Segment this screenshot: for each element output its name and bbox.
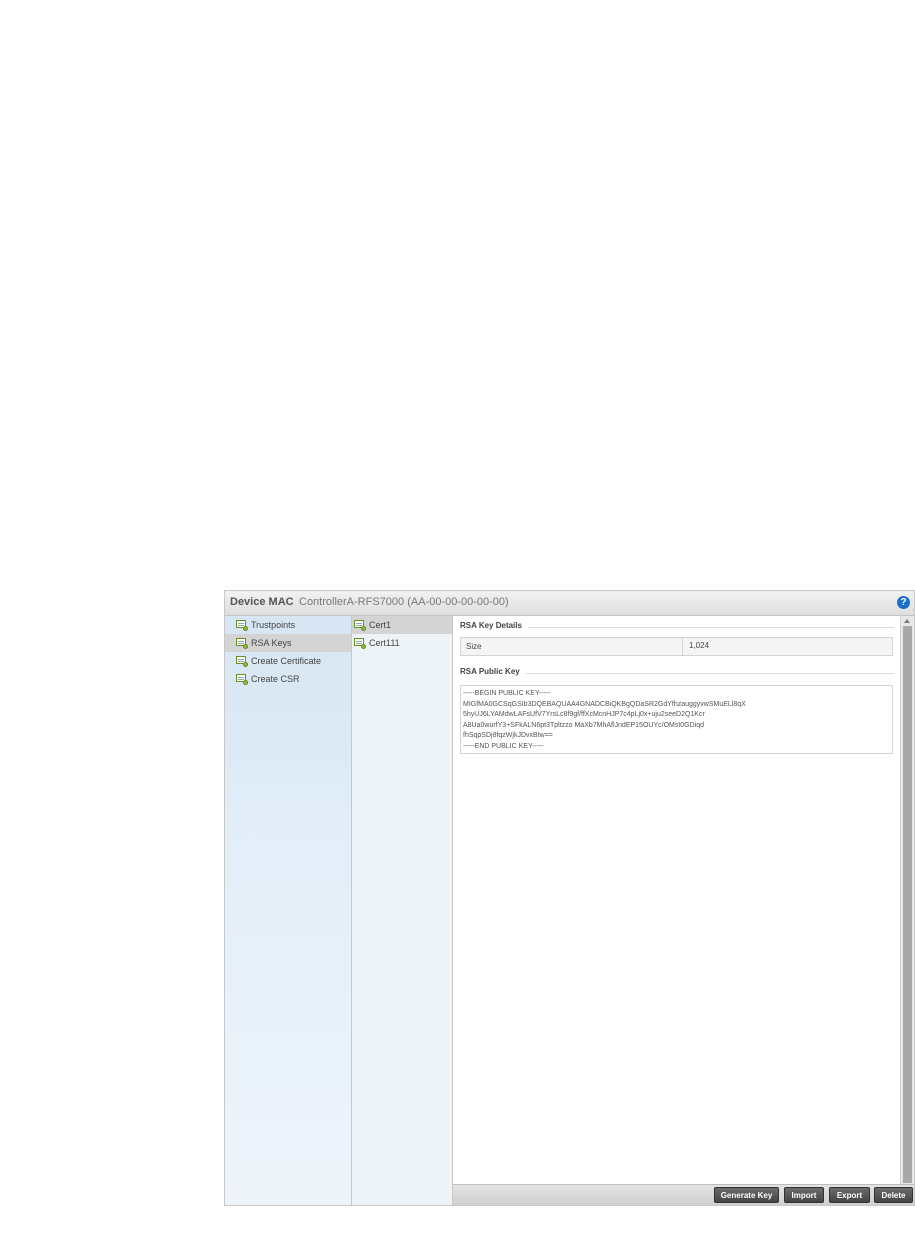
nav-item-label: RSA Keys <box>251 638 292 648</box>
key-item-cert111[interactable]: Cert111 <box>352 634 452 652</box>
certificate-icon <box>354 619 366 631</box>
nav-panel: Trustpoints RSA Keys Create Certificate … <box>225 616 352 1205</box>
nav-item-create-csr[interactable]: Create CSR <box>225 670 351 688</box>
section-title: RSA Public Key <box>460 667 526 676</box>
nav-item-rsa-keys[interactable]: RSA Keys <box>225 634 351 652</box>
nav-item-label: Create CSR <box>251 674 300 684</box>
certificate-icon <box>236 655 248 667</box>
import-button[interactable]: Import <box>784 1187 824 1203</box>
device-mac-value: ControllerA-RFS7000 (AA-00-00-00-00-00) <box>299 596 509 608</box>
certificate-icon <box>236 619 248 631</box>
generate-key-button[interactable]: Generate Key <box>714 1187 779 1203</box>
key-line: fhSqpSDj8fqzWjkJDvxBtw== <box>463 732 553 739</box>
rsa-key-details-heading: RSA Key Details <box>460 621 894 633</box>
section-title: RSA Key Details <box>460 621 528 630</box>
size-row: Size 1,024 <box>460 637 893 656</box>
key-item-cert1[interactable]: Cert1 <box>352 616 452 634</box>
vertical-scrollbar[interactable] <box>900 616 914 1185</box>
certificate-icon <box>354 637 366 649</box>
help-icon[interactable]: ? <box>897 596 910 609</box>
delete-button[interactable]: Delete <box>874 1187 913 1203</box>
export-button[interactable]: Export <box>829 1187 870 1203</box>
details-panel: RSA Key Details Size 1,024 RSA Public Ke… <box>453 616 900 1185</box>
header-bar: Device MAC ControllerA-RFS7000 (AA-00-00… <box>225 591 914 616</box>
rsa-public-key-heading: RSA Public Key <box>460 667 894 679</box>
key-line: 5hyUJ6LYAMdwLAFsUfV7YrsLc8f9gf/ffXcMcnHJ… <box>463 711 705 718</box>
size-label: Size <box>466 642 482 651</box>
certificate-icon <box>236 673 248 685</box>
key-list: Cert1 Cert111 <box>352 616 453 1205</box>
certificate-manager-window: Device MAC ControllerA-RFS7000 (AA-00-00… <box>224 590 915 1206</box>
key-line: -----BEGIN PUBLIC KEY----- <box>463 690 551 697</box>
nav-item-create-certificate[interactable]: Create Certificate <box>225 652 351 670</box>
nav-item-label: Create Certificate <box>251 656 322 666</box>
key-line: A8Ua0wurfY3+SFkALN6pt3Tpltzzo MaXb7MhAfl… <box>463 721 705 729</box>
key-line: MIGfMA0GCSqGSIb3DQEBAQUAA4GNADCBiQKBgQDa… <box>463 700 746 708</box>
public-key-text[interactable]: -----BEGIN PUBLIC KEY----- MIGfMA0GCSqGS… <box>460 685 893 754</box>
nav-item-trustpoints[interactable]: Trustpoints <box>225 616 351 634</box>
certificate-icon <box>236 637 248 649</box>
nav-item-label: Trustpoints <box>251 620 296 630</box>
scrollbar-thumb[interactable] <box>903 626 912 1183</box>
size-value: 1,024 <box>682 638 892 655</box>
key-line: -----END PUBLIC KEY----- <box>463 742 544 750</box>
scroll-up-icon[interactable] <box>904 619 910 623</box>
action-bar: Generate Key Import Export Delete <box>453 1184 914 1205</box>
key-item-label: Cert111 <box>369 638 400 648</box>
key-item-label: Cert1 <box>369 620 392 630</box>
device-mac-label: Device MAC <box>230 596 294 608</box>
